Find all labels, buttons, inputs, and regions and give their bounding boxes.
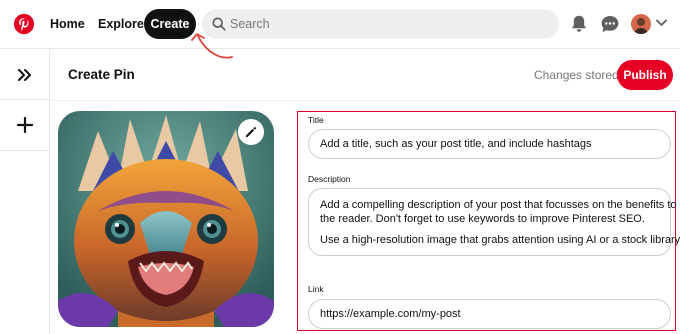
annotation-arrow [191, 33, 233, 59]
publish-button[interactable]: Publish [617, 60, 673, 90]
page-title: Create Pin [68, 67, 135, 82]
pin-image[interactable] [58, 111, 274, 327]
chevron-down-icon[interactable] [656, 19, 667, 27]
description-line: the reader. Don't forget to use keywords… [320, 213, 645, 225]
rail-divider [0, 150, 50, 151]
save-status: Changes stored! [534, 68, 623, 82]
description-line: Add a compelling description of your pos… [320, 199, 677, 211]
expand-icon[interactable] [17, 68, 33, 82]
link-field[interactable]: https://example.com/my-post [308, 299, 671, 329]
title-label: Title [308, 115, 324, 125]
search-icon [212, 17, 226, 31]
link-label: Link [308, 284, 324, 294]
title-placeholder: Add a title, such as your post title, an… [320, 138, 592, 150]
title-field[interactable]: Add a title, such as your post title, an… [308, 129, 671, 159]
pencil-icon [246, 126, 257, 137]
description-label: Description [308, 174, 351, 184]
header-divider [50, 100, 680, 101]
bell-icon[interactable] [569, 14, 589, 34]
chat-icon[interactable] [600, 14, 620, 34]
description-line [320, 226, 659, 233]
nav-home-link[interactable]: Home [50, 10, 85, 38]
pin-details-form: Title Add a title, such as your post tit… [297, 111, 680, 331]
avatar-image [631, 14, 651, 34]
pinterest-logo-icon[interactable] [13, 13, 35, 35]
description-field[interactable]: Add a compelling description of your pos… [308, 188, 680, 256]
edit-image-button[interactable] [238, 119, 264, 145]
description-line: Use a high-resolution image that grabs a… [320, 234, 680, 246]
top-nav: Home Explore Create [0, 0, 680, 49]
avatar[interactable] [631, 14, 651, 34]
left-rail [0, 49, 50, 334]
search-input[interactable] [230, 9, 550, 39]
plus-icon[interactable] [17, 117, 33, 133]
link-value: https://example.com/my-post [320, 308, 461, 320]
nav-explore-link[interactable]: Explore [98, 10, 144, 38]
search-bar[interactable] [202, 9, 559, 39]
bird-illustration [58, 111, 274, 327]
rail-divider [0, 99, 50, 100]
